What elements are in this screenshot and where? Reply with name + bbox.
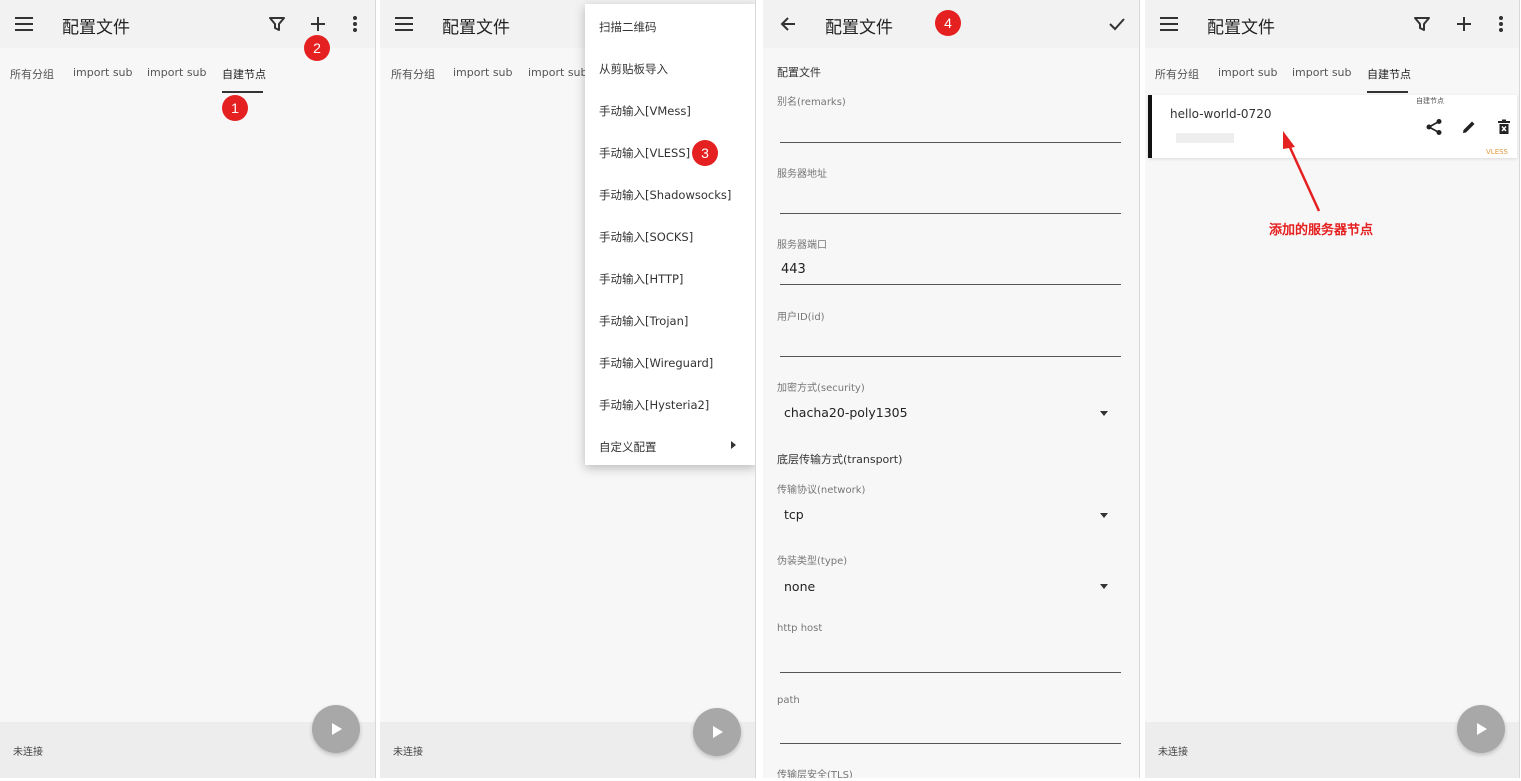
filter-icon[interactable] [263, 10, 291, 38]
address-label: 服务器地址 [777, 169, 827, 180]
menu-item-vless[interactable]: 手动输入[VLESS] [599, 145, 690, 161]
path-underline [780, 743, 1121, 744]
port-label: 服务器端口 [777, 240, 827, 251]
security-dropdown-icon[interactable] [1100, 411, 1108, 416]
menu-item-import-clipboard[interactable]: 从剪贴板导入 [599, 61, 668, 77]
play-icon [332, 723, 342, 735]
check-icon[interactable] [1103, 10, 1131, 38]
group-tabs: 所有分组 import sub import sub 自建节点 [1145, 56, 1519, 94]
server-address-redacted [1176, 133, 1234, 143]
menu-item-scan-qr[interactable]: 扫描二维码 [599, 19, 657, 35]
screen-add-menu: 配置文件 所有分组 import sub import sub 扫描二维码 从剪… [380, 0, 756, 778]
back-arrow-icon[interactable] [774, 10, 802, 38]
menu-item-vmess[interactable]: 手动输入[VMess] [599, 103, 691, 119]
connection-status: 未连接 [1158, 747, 1188, 758]
page-title: 配置文件 [825, 18, 893, 38]
screen-profiles-with-node: 配置文件 所有分组 import sub import sub 自建节点 hel… [1145, 0, 1520, 778]
tab-custom-nodes[interactable]: 自建节点 [222, 66, 266, 82]
menu-item-trojan[interactable]: 手动输入[Trojan] [599, 313, 688, 329]
remarks-underline [780, 142, 1121, 143]
port-input[interactable]: 443 [781, 262, 806, 277]
http-host-label: http host [777, 623, 823, 634]
tab-import-sub-1[interactable]: import sub [73, 66, 133, 79]
tab-all-groups[interactable]: 所有分组 [391, 66, 435, 82]
step-badge-1: 1 [222, 95, 248, 121]
tab-indicator [1367, 91, 1408, 93]
menu-item-http[interactable]: 手动输入[HTTP] [599, 271, 683, 287]
add-config-menu: 扫描二维码 从剪贴板导入 手动输入[VMess] 手动输入[VLESS] 手动输… [585, 4, 755, 465]
type-dropdown-icon[interactable] [1100, 584, 1108, 589]
tab-all-groups[interactable]: 所有分组 [10, 66, 54, 82]
type-select[interactable]: none [784, 579, 815, 594]
add-icon[interactable] [1450, 10, 1478, 38]
tab-import-sub-2[interactable]: import sub [1292, 66, 1352, 79]
start-button[interactable] [693, 708, 741, 756]
page-title: 配置文件 [442, 18, 510, 38]
http-host-underline [780, 672, 1121, 673]
screen-profiles-empty: 配置文件 所有分组 import sub import sub 自建节点 1 2… [0, 0, 376, 778]
tab-import-sub-1[interactable]: import sub [1218, 66, 1278, 79]
server-card[interactable]: hello-world-0720 自建节点 VLESS [1148, 95, 1517, 158]
section-transport: 底层传输方式(transport) [777, 453, 903, 466]
menu-icon[interactable] [390, 10, 418, 38]
play-icon [1477, 723, 1487, 735]
add-icon[interactable] [304, 10, 332, 38]
annotation-arrow [1283, 131, 1321, 212]
step-badge-2: 2 [304, 35, 330, 61]
page-title: 配置文件 [1207, 18, 1275, 38]
more-vert-icon[interactable] [341, 10, 369, 38]
more-vert-icon[interactable] [1487, 10, 1515, 38]
section-profile: 配置文件 [777, 66, 821, 79]
user-id-underline [780, 356, 1121, 357]
menu-item-hysteria2[interactable]: 手动输入[Hysteria2] [599, 397, 709, 413]
security-select[interactable]: chacha20-poly1305 [784, 405, 908, 420]
filter-icon[interactable] [1408, 10, 1436, 38]
group-tabs: 所有分组 import sub import sub 自建节点 [0, 56, 375, 94]
menu-item-shadowsocks[interactable]: 手动输入[Shadowsocks] [599, 187, 731, 203]
tab-all-groups[interactable]: 所有分组 [1155, 66, 1199, 82]
network-select[interactable]: tcp [784, 507, 804, 522]
tab-indicator [222, 91, 263, 93]
screen-edit-config: 配置文件 4 配置文件 别名(remarks) 服务器地址 服务器端口 443 … [763, 0, 1140, 778]
menu-item-socks[interactable]: 手动输入[SOCKS] [599, 229, 693, 245]
tab-custom-nodes[interactable]: 自建节点 [1367, 66, 1411, 82]
network-label: 传输协议(network) [777, 485, 866, 496]
network-dropdown-icon[interactable] [1100, 513, 1108, 518]
app-bar: 配置文件 [1145, 0, 1519, 48]
security-label: 加密方式(security) [777, 383, 865, 394]
step-badge-3: 3 [692, 140, 718, 166]
play-icon [713, 726, 723, 738]
start-button[interactable] [312, 705, 360, 753]
menu-icon[interactable] [10, 10, 38, 38]
tab-import-sub-2[interactable]: import sub [528, 66, 588, 79]
remarks-label: 别名(remarks) [777, 97, 846, 108]
menu-icon[interactable] [1155, 10, 1183, 38]
tab-import-sub-1[interactable]: import sub [453, 66, 513, 79]
server-group: 自建节点 [1416, 97, 1444, 105]
tab-import-sub-2[interactable]: import sub [147, 66, 207, 79]
annotation-added-node: 添加的服务器节点 [1269, 223, 1374, 238]
share-icon[interactable] [1423, 116, 1445, 138]
user-id-label: 用户ID(id) [777, 312, 825, 323]
port-underline [780, 284, 1121, 285]
address-underline [780, 213, 1121, 214]
server-type: VLESS [1486, 148, 1508, 156]
type-label: 伪装类型(type) [777, 556, 848, 567]
path-label: path [777, 695, 800, 706]
connection-status: 未连接 [393, 747, 423, 758]
menu-item-wireguard[interactable]: 手动输入[Wireguard] [599, 355, 713, 371]
edit-icon[interactable] [1458, 116, 1480, 138]
submenu-arrow-icon [731, 441, 736, 449]
page-title: 配置文件 [62, 18, 130, 38]
tls-label: 传输层安全(TLS) [777, 770, 853, 778]
delete-icon[interactable] [1493, 116, 1515, 138]
connection-status: 未连接 [13, 747, 43, 758]
menu-item-custom-config[interactable]: 自定义配置 [599, 439, 657, 455]
step-badge-4: 4 [935, 10, 961, 36]
start-button[interactable] [1457, 705, 1505, 753]
server-name: hello-world-0720 [1170, 107, 1272, 121]
